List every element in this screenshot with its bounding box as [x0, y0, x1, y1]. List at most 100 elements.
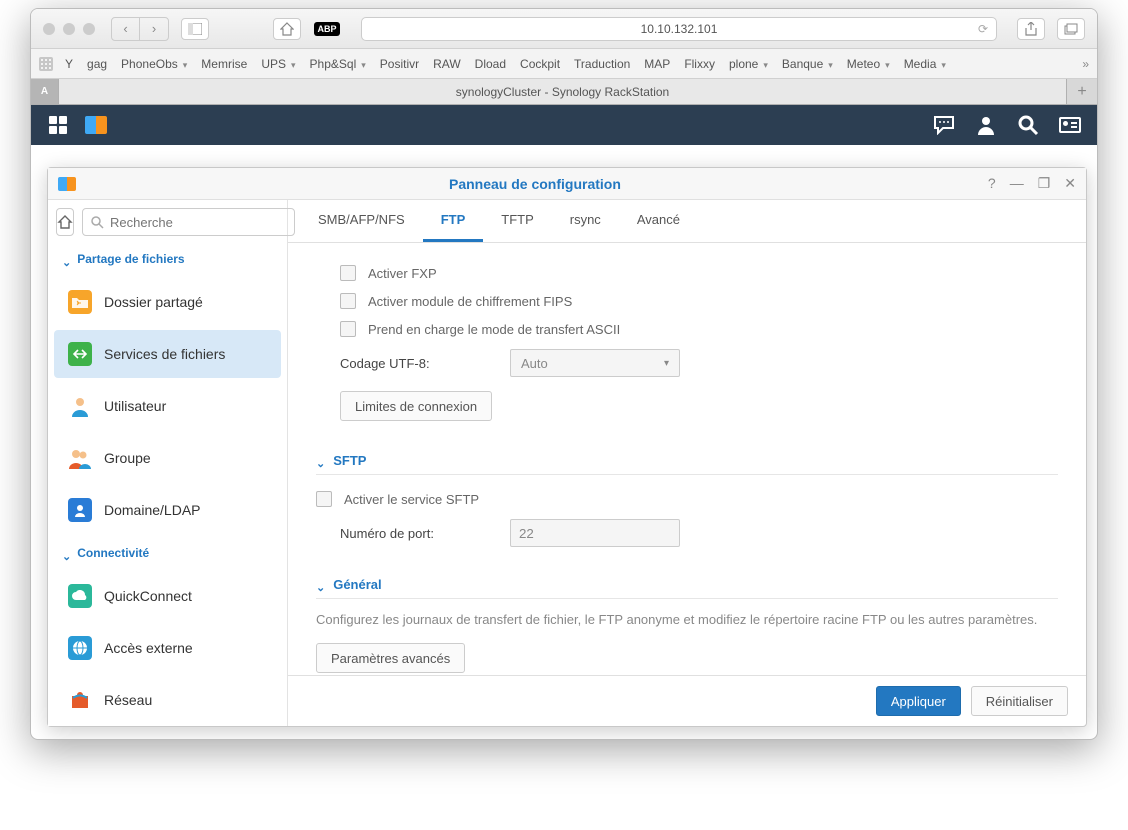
file-services-icon — [68, 342, 92, 366]
ascii-checkbox[interactable] — [340, 321, 356, 337]
bookmark-item[interactable]: UPS — [255, 54, 301, 74]
zoom-traffic-light[interactable] — [83, 23, 95, 35]
sidebar-item-external-access[interactable]: Accès externe — [54, 624, 281, 672]
port-row: Numéro de port: — [316, 513, 1058, 553]
user-sidebar-icon — [68, 394, 92, 418]
sftp-section: SFTP Activer le service SFTP Numéro de p… — [316, 447, 1058, 553]
close-button[interactable]: ✕ — [1064, 175, 1076, 192]
cp-app-icon — [58, 177, 76, 191]
sftp-enable-checkbox[interactable] — [316, 491, 332, 507]
content-panel: Activer FXP Activer module de chiffremen… — [288, 243, 1086, 675]
tabs: SMB/AFP/NFS FTP TFTP rsync Avancé — [288, 200, 1086, 243]
bookmark-item[interactable]: PhoneObs — [115, 54, 193, 74]
sidebar-item-label: Services de fichiers — [104, 346, 225, 362]
tab-advanced[interactable]: Avancé — [619, 200, 698, 242]
share-button[interactable] — [1017, 18, 1045, 40]
sidebar-item-quickconnect[interactable]: QuickConnect — [54, 572, 281, 620]
fips-label: Activer module de chiffrement FIPS — [368, 294, 572, 309]
general-section-head[interactable]: Général — [316, 571, 1058, 599]
browser-tab[interactable]: synologyCluster - Synology RackStation — [59, 79, 1067, 104]
sftp-section-head[interactable]: SFTP — [316, 447, 1058, 475]
sidebar-item-file-services[interactable]: Services de fichiers — [54, 330, 281, 378]
bookmark-item[interactable]: Y — [59, 54, 79, 74]
sidebar-item-label: Réseau — [104, 692, 152, 708]
search-input[interactable] — [82, 208, 295, 236]
bookmark-item[interactable]: Flixxy — [678, 54, 721, 74]
forward-button[interactable]: › — [140, 18, 168, 40]
mac-titlebar: ‹ › ABP 10.10.132.101 ⟳ — [31, 9, 1097, 49]
bookmark-item[interactable]: Banque — [776, 54, 839, 74]
sidebar-item-user[interactable]: Utilisateur — [54, 382, 281, 430]
abp-icon[interactable]: ABP — [313, 18, 341, 40]
bookmark-item[interactable]: Php&Sql — [304, 54, 372, 74]
fxp-checkbox[interactable] — [340, 265, 356, 281]
reader-icon[interactable]: ⟳ — [978, 22, 988, 36]
sidebar-item-group[interactable]: Groupe — [54, 434, 281, 482]
bookmark-item[interactable]: Positivr — [374, 54, 425, 74]
new-tab-button[interactable]: + — [1067, 79, 1097, 104]
general-desc: Configurez les journaux de transfert de … — [316, 609, 1058, 643]
chat-icon[interactable] — [933, 114, 955, 136]
tab-smb[interactable]: SMB/AFP/NFS — [300, 200, 423, 242]
connection-limits-button[interactable]: Limites de connexion — [340, 391, 492, 421]
tab-ftp[interactable]: FTP — [423, 200, 484, 242]
sftp-enable-label: Activer le service SFTP — [344, 492, 479, 507]
tab-tftp[interactable]: TFTP — [483, 200, 552, 242]
help-button[interactable]: ? — [988, 175, 996, 192]
search-text-field[interactable] — [110, 215, 286, 230]
apply-button[interactable]: Appliquer — [876, 686, 961, 716]
advanced-params-button[interactable]: Paramètres avancés — [316, 643, 465, 673]
port-label: Numéro de port: — [340, 526, 510, 541]
back-button[interactable]: ‹ — [112, 18, 140, 40]
home-button[interactable] — [56, 208, 74, 236]
home-toolbar-button[interactable] — [273, 18, 301, 40]
fips-checkbox[interactable] — [340, 293, 356, 309]
sidebar-item-shared-folder[interactable]: Dossier partagé — [54, 278, 281, 326]
sidebar-item-network[interactable]: Réseau — [54, 676, 281, 724]
bookmark-item[interactable]: Memrise — [195, 54, 253, 74]
bookmark-item[interactable]: Meteo — [841, 54, 896, 74]
user-icon[interactable] — [975, 114, 997, 136]
sidebar-item-label: Domaine/LDAP — [104, 502, 201, 518]
control-panel-taskbar-icon[interactable] — [85, 114, 107, 136]
bookmark-item[interactable]: Traduction — [568, 54, 636, 74]
bookmarks-bar: YgagPhoneObsMemriseUPSPhp&SqlPositivrRAW… — [31, 49, 1097, 79]
sidebar-item-label: Accès externe — [104, 640, 193, 656]
sftp-enable-row: Activer le service SFTP — [316, 485, 1058, 513]
bookmarks-overflow[interactable]: » — [1082, 57, 1089, 71]
close-traffic-light[interactable] — [43, 23, 55, 35]
sidebar-item-domain[interactable]: Domaine/LDAP — [54, 486, 281, 534]
utf8-select[interactable]: Auto — [510, 349, 680, 377]
cp-main: SMB/AFP/NFS FTP TFTP rsync Avancé Active… — [288, 200, 1086, 726]
tab-rsync[interactable]: rsync — [552, 200, 619, 242]
url-bar[interactable]: 10.10.132.101 ⟳ — [361, 17, 997, 41]
widgets-icon[interactable] — [1059, 114, 1081, 136]
grid-icon[interactable] — [39, 57, 53, 71]
bookmark-item[interactable]: plone — [723, 54, 774, 74]
sidebar-toggle[interactable] — [181, 18, 209, 40]
bookmark-item[interactable]: gag — [81, 54, 113, 74]
port-input[interactable] — [510, 519, 680, 547]
bookmark-item[interactable]: MAP — [638, 54, 676, 74]
tab-badge-a[interactable]: A — [31, 79, 59, 104]
tabs-button[interactable] — [1057, 18, 1085, 40]
ascii-label: Prend en charge le mode de transfert ASC… — [368, 322, 620, 337]
category-connectivity[interactable]: Connectivité — [48, 538, 287, 568]
traffic-lights — [43, 23, 95, 35]
domain-icon — [68, 498, 92, 522]
reset-button[interactable]: Réinitialiser — [971, 686, 1068, 716]
main-menu-icon[interactable] — [47, 114, 69, 136]
sidebar-item-label: Utilisateur — [104, 398, 166, 414]
bookmark-item[interactable]: Cockpit — [514, 54, 566, 74]
bookmark-item[interactable]: Media — [898, 54, 952, 74]
maximize-button[interactable]: ❐ — [1038, 175, 1051, 192]
minimize-traffic-light[interactable] — [63, 23, 75, 35]
search-icon[interactable] — [1017, 114, 1039, 136]
fxp-row: Activer FXP — [316, 259, 1058, 287]
fips-row: Activer module de chiffrement FIPS — [316, 287, 1058, 315]
bookmark-item[interactable]: Dload — [469, 54, 512, 74]
category-file-sharing[interactable]: Partage de fichiers — [48, 244, 287, 274]
bookmark-item[interactable]: RAW — [427, 54, 467, 74]
minimize-button[interactable]: — — [1010, 175, 1024, 192]
browser-tab-title: synologyCluster - Synology RackStation — [456, 85, 669, 99]
